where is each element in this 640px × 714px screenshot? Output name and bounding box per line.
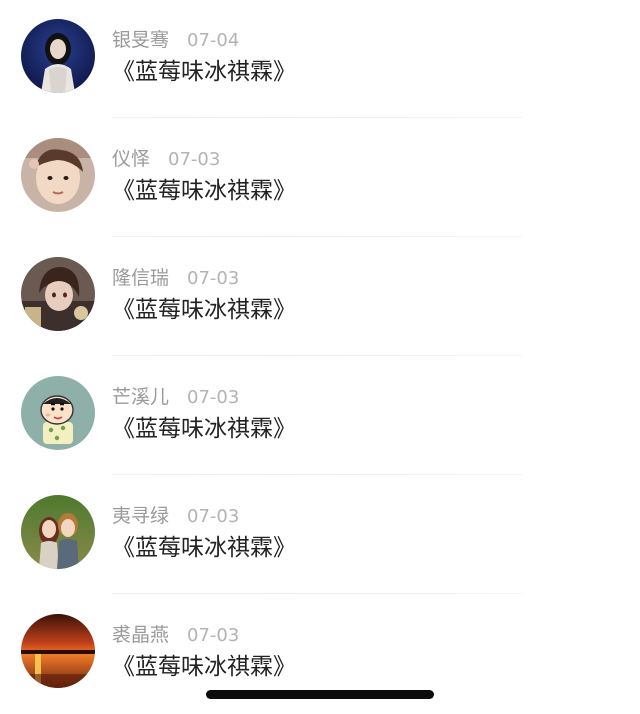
- comment-text[interactable]: 《蓝莓味冰祺霖》: [112, 56, 296, 88]
- avatar-girl-dark-icon[interactable]: [21, 19, 95, 93]
- divider: [112, 117, 522, 118]
- comment-text[interactable]: 《蓝莓味冰祺霖》: [112, 175, 296, 207]
- user-name[interactable]: 隆信瑞: [112, 267, 169, 289]
- avatar-anime-couple-icon[interactable]: [21, 495, 95, 569]
- comment-date: 07-03: [187, 625, 240, 646]
- comment-date: 07-03: [187, 387, 240, 408]
- comment-item[interactable]: 夷寻绿 07-03 《蓝莓味冰祺霖》: [0, 476, 640, 595]
- comment-date: 07-03: [187, 268, 240, 289]
- user-name[interactable]: 银旻骞: [112, 29, 169, 51]
- user-name[interactable]: 仪怿: [112, 148, 150, 170]
- divider: [112, 474, 522, 475]
- user-name[interactable]: 芒溪儿: [112, 386, 169, 408]
- home-indicator[interactable]: [206, 690, 434, 699]
- comment-meta: 仪怿 07-03: [112, 145, 220, 173]
- comment-text[interactable]: 《蓝莓味冰祺霖》: [112, 413, 296, 445]
- avatar-sunset-icon[interactable]: [21, 614, 95, 688]
- comment-list: 银旻骞 07-04 《蓝莓味冰祺霖》 仪怿 07-03 《蓝莓味冰祺霖》 隆信瑞…: [0, 0, 640, 714]
- comment-text[interactable]: 《蓝莓味冰祺霖》: [112, 651, 296, 683]
- divider: [112, 593, 522, 594]
- divider: [112, 355, 522, 356]
- avatar-cartoon-kid-icon[interactable]: [21, 376, 95, 450]
- comment-item[interactable]: 芒溪儿 07-03 《蓝莓味冰祺霖》: [0, 357, 640, 476]
- comment-item[interactable]: 银旻骞 07-04 《蓝莓味冰祺霖》: [0, 0, 640, 119]
- comment-meta: 夷寻绿 07-03: [112, 502, 239, 530]
- avatar-anime-boy-icon[interactable]: [21, 257, 95, 331]
- user-name[interactable]: 夷寻绿: [112, 505, 169, 527]
- comment-date: 07-04: [187, 30, 240, 51]
- divider: [112, 236, 522, 237]
- comment-date: 07-03: [168, 149, 221, 170]
- comment-meta: 裘晶燕 07-03: [112, 621, 239, 649]
- comment-item[interactable]: 仪怿 07-03 《蓝莓味冰祺霖》: [0, 119, 640, 238]
- comment-meta: 隆信瑞 07-03: [112, 264, 239, 292]
- comment-date: 07-03: [187, 506, 240, 527]
- comment-item[interactable]: 隆信瑞 07-03 《蓝莓味冰祺霖》: [0, 238, 640, 357]
- comment-text[interactable]: 《蓝莓味冰祺霖》: [112, 532, 296, 564]
- comment-text[interactable]: 《蓝莓味冰祺霖》: [112, 294, 296, 326]
- comment-meta: 芒溪儿 07-03: [112, 383, 239, 411]
- user-name[interactable]: 裘晶燕: [112, 624, 169, 646]
- avatar-child-face-icon[interactable]: [21, 138, 95, 212]
- comment-meta: 银旻骞 07-04: [112, 26, 239, 54]
